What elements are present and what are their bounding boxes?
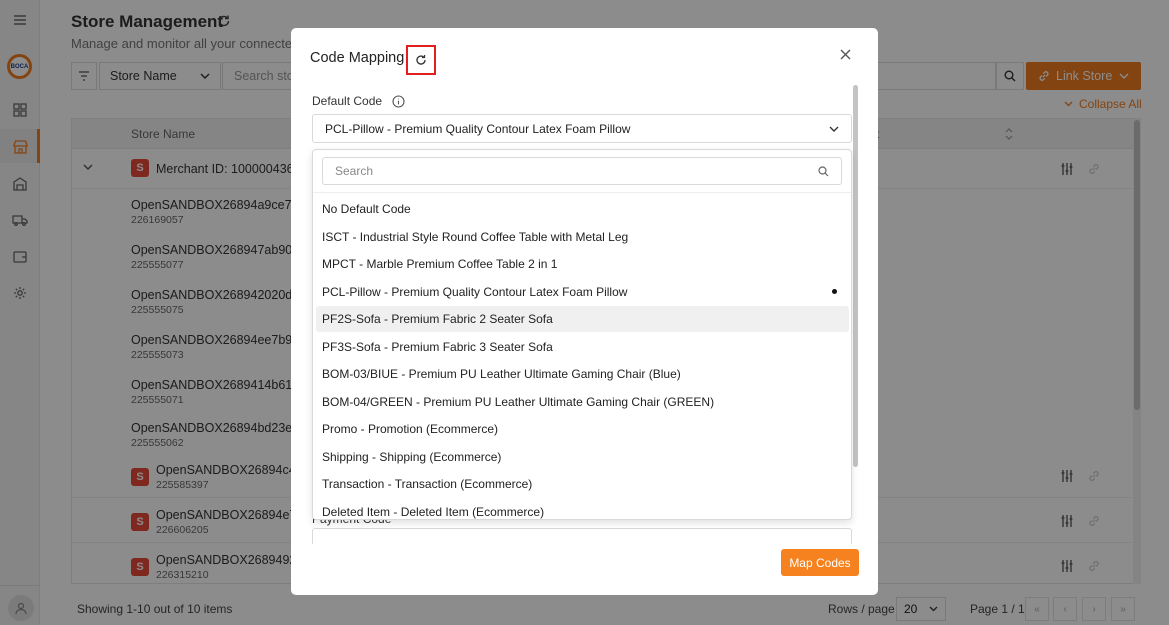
modal-scrollbar[interactable] xyxy=(853,85,858,467)
dropdown-option[interactable]: BOM-04/GREEN - Premium PU Leather Ultima… xyxy=(316,389,849,415)
default-code-dropdown: Search No Default Code ISCT - Industrial … xyxy=(312,149,852,520)
payment-code-select[interactable] xyxy=(312,528,852,544)
dropdown-option-label: No Default Code xyxy=(322,202,411,216)
dropdown-option-label: BOM-04/GREEN - Premium PU Leather Ultima… xyxy=(322,394,715,409)
dropdown-option[interactable]: PF2S-Sofa - Premium Fabric 2 Seater Sofa xyxy=(316,306,849,332)
info-icon[interactable] xyxy=(392,94,405,108)
dropdown-option[interactable]: No Default Code xyxy=(316,196,849,222)
refresh-icon xyxy=(416,55,426,65)
default-code-select[interactable]: PCL-Pillow - Premium Quality Contour Lat… xyxy=(312,114,852,143)
dropdown-option-label: BOM-03/BIUE - Premium PU Leather Ultimat… xyxy=(322,367,681,381)
dropdown-option-label: PF2S-Sofa - Premium Fabric 2 Seater Sofa xyxy=(322,312,553,326)
map-codes-button[interactable]: Map Codes xyxy=(781,549,859,576)
selected-indicator-icon xyxy=(832,288,837,294)
dropdown-option[interactable]: Transaction - Transaction (Ecommerce) xyxy=(316,471,849,497)
dropdown-option-label: PCL-Pillow - Premium Quality Contour Lat… xyxy=(322,284,628,299)
dropdown-option[interactable]: BOM-03/BIUE - Premium PU Leather Ultimat… xyxy=(316,361,849,387)
search-icon xyxy=(818,165,829,176)
dropdown-option[interactable]: ISCT - Industrial Style Round Coffee Tab… xyxy=(316,224,849,250)
dropdown-option[interactable]: MPCT - Marble Premium Coffee Table 2 in … xyxy=(316,251,849,277)
chevron-down-icon xyxy=(829,126,839,132)
refresh-button[interactable] xyxy=(406,45,436,75)
dropdown-option-label: ISCT - Industrial Style Round Coffee Tab… xyxy=(322,229,629,244)
close-icon xyxy=(840,49,850,59)
dropdown-divider xyxy=(313,192,851,193)
dropdown-option-label: MPCT - Marble Premium Coffee Table 2 in … xyxy=(322,257,558,271)
dropdown-option[interactable]: PF3S-Sofa - Premium Fabric 3 Seater Sofa xyxy=(316,334,849,360)
default-code-label-text: Default Code xyxy=(312,94,383,108)
dropdown-option-label: Transaction - Transaction (Ecommerce) xyxy=(322,477,533,491)
dropdown-search-input[interactable]: Search xyxy=(322,157,842,185)
dropdown-option-label: PF3S-Sofa - Premium Fabric 3 Seater Sofa xyxy=(322,339,553,354)
code-mapping-modal: Code Mapping Default Code PCL-Pillow - P… xyxy=(291,28,878,595)
dropdown-option[interactable]: Shipping - Shipping (Ecommerce) xyxy=(316,444,849,470)
default-code-selected: PCL-Pillow - Premium Quality Contour Lat… xyxy=(325,121,631,136)
dropdown-option[interactable]: Deleted Item - Deleted Item (Ecommerce) xyxy=(316,499,849,525)
dropdown-option-label: Shipping - Shipping (Ecommerce) xyxy=(322,449,502,464)
dropdown-option[interactable]: PCL-Pillow - Premium Quality Contour Lat… xyxy=(316,279,849,305)
dropdown-search-placeholder: Search xyxy=(335,164,374,178)
dropdown-option-label: Promo - Promotion (Ecommerce) xyxy=(322,422,499,436)
modal-title: Code Mapping xyxy=(310,50,405,66)
dropdown-option[interactable]: Promo - Promotion (Ecommerce) xyxy=(316,416,849,442)
dropdown-option-label: Deleted Item - Deleted Item (Ecommerce) xyxy=(322,504,545,519)
default-code-label: Default Code xyxy=(312,94,405,108)
close-button[interactable] xyxy=(836,45,854,63)
